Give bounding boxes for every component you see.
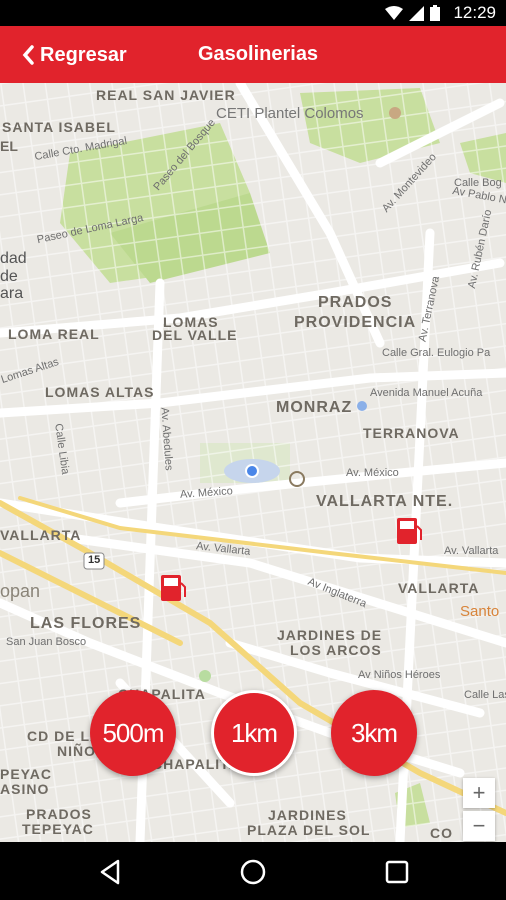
status-icons — [385, 5, 440, 21]
nav-back-icon[interactable] — [96, 857, 126, 887]
side-label: de — [0, 268, 18, 285]
side-label: ara — [0, 285, 24, 302]
wifi-icon — [385, 5, 403, 20]
area-label: ASINO — [0, 781, 50, 797]
route-shield: 15 — [88, 554, 101, 566]
gas-station-icon[interactable] — [395, 516, 423, 546]
app-bar: Regresar Gasolinerias — [0, 26, 506, 83]
area-label: DEL VALLE — [152, 327, 238, 343]
street-label: Av. México — [346, 467, 399, 479]
map-view[interactable]: REAL SAN JAVIER SANTA ISABEL LOMA REAL L… — [0, 83, 506, 842]
area-label: PROVIDENCIA — [294, 314, 417, 331]
area-label: CO — [430, 825, 453, 841]
status-time: 12:29 — [453, 3, 496, 22]
area-label: PLAZA DEL SOL — [247, 822, 371, 838]
side-label: EL — [0, 138, 18, 154]
page-title: Gasolinerias — [198, 43, 319, 65]
back-chevron-icon — [22, 45, 34, 65]
area-label: MONRAZ — [276, 399, 353, 416]
zoom-in-button[interactable]: + — [463, 778, 495, 808]
battery-icon — [430, 5, 440, 21]
area-label: JARDINES DE — [277, 627, 383, 643]
area-label: VALLARTA — [398, 580, 480, 596]
gas-station-icon[interactable] — [159, 573, 187, 603]
signal-icon — [409, 5, 424, 21]
area-label: PRADOS — [318, 294, 393, 311]
zoom-out-button[interactable]: − — [463, 811, 495, 841]
area-label: REAL SAN JAVIER — [96, 87, 236, 103]
radius-500m-button[interactable]: 500m — [90, 690, 176, 776]
back-button[interactable]: Regresar — [22, 40, 127, 70]
area-label: TEPEYAC — [22, 821, 94, 837]
street-label: Calle Gral. Eulogio Pa — [382, 347, 491, 359]
nav-recents-icon[interactable] — [382, 857, 412, 887]
poi-label: Santo — [460, 603, 500, 620]
side-label: opan — [0, 581, 41, 601]
area-label: SANTA ISABEL — [2, 119, 116, 135]
street-label: Av Niños Héroes — [358, 669, 441, 681]
area-label: LOMA REAL — [8, 326, 100, 342]
system-nav-bar — [0, 842, 506, 900]
street-label: Av. Vallarta — [444, 545, 499, 557]
area-label: LOMAS ALTAS — [45, 384, 155, 400]
street-label: San Juan Bosco — [6, 636, 87, 648]
area-label: PRADOS — [26, 806, 92, 822]
radius-1km-button[interactable]: 1km — [211, 690, 297, 776]
area-label: LOS ARCOS — [290, 642, 382, 658]
area-label: PEYAC — [0, 766, 52, 782]
street-label: Calle Las — [464, 689, 506, 701]
status-bar: 12:29 — [0, 0, 506, 26]
nav-home-icon[interactable] — [238, 857, 268, 887]
radius-3km-button[interactable]: 3km — [331, 690, 417, 776]
poi-label: CETI Plantel Colomos — [216, 105, 364, 122]
area-label: JARDINES — [268, 807, 347, 823]
street-label: Avenida Manuel Acuña — [370, 387, 483, 399]
back-label: Regresar — [40, 43, 127, 66]
area-label: TERRANOVA — [363, 425, 460, 441]
area-label: LAS FLORES — [30, 615, 142, 632]
area-label: VALLARTA — [0, 527, 82, 543]
area-label: VALLARTA NTE. — [316, 493, 454, 510]
side-label: dad — [0, 250, 27, 267]
location-dot-icon — [245, 464, 259, 478]
